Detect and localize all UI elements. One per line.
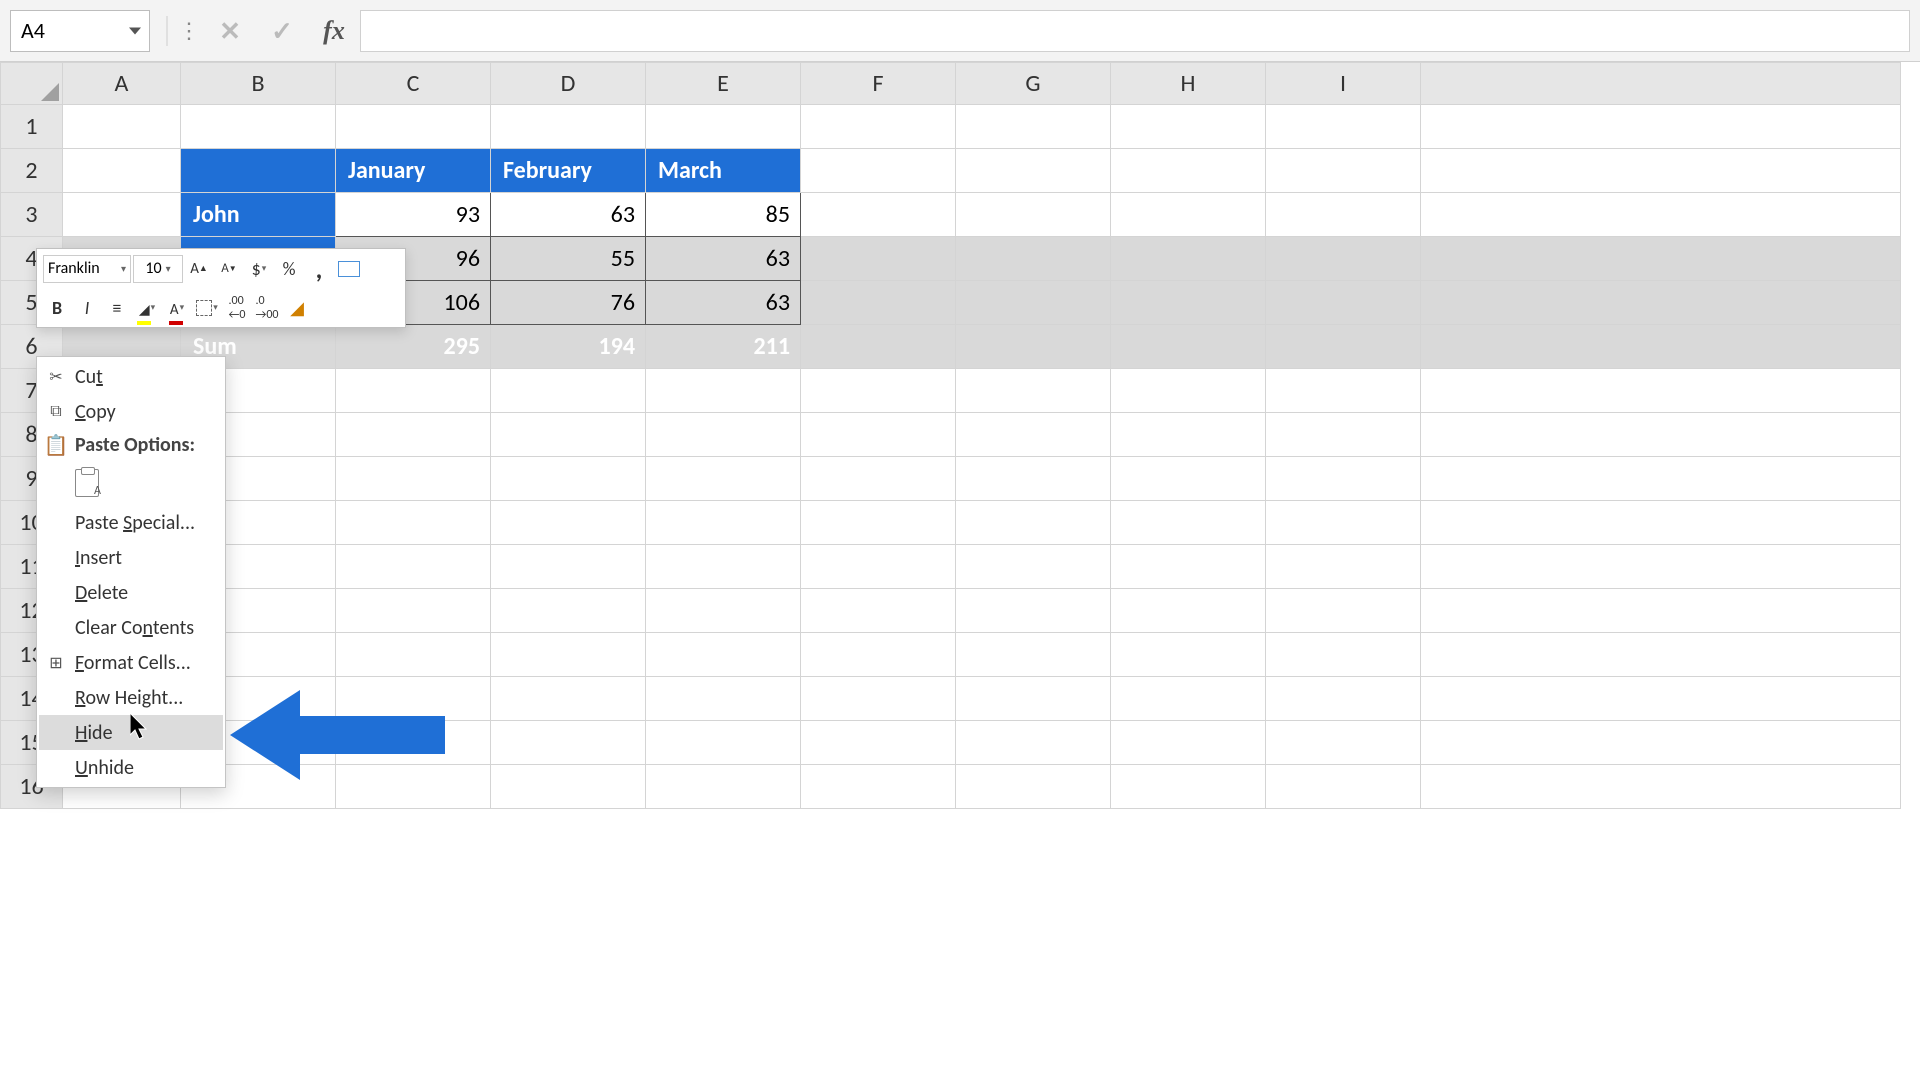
name-box[interactable]: A4: [10, 10, 150, 52]
increase-decimal-button[interactable]: .00←0: [223, 294, 251, 322]
insert-function-button[interactable]: fx: [308, 10, 360, 52]
menu-clear-contents[interactable]: Clear Contents: [39, 610, 223, 645]
table-header-january[interactable]: January: [336, 149, 491, 193]
menu-delete[interactable]: Delete: [39, 575, 223, 610]
mouse-cursor-icon: [130, 713, 150, 741]
font-name-select[interactable]: Franklin▾: [43, 255, 131, 283]
sum-cell[interactable]: 295: [336, 325, 491, 369]
column-header-B[interactable]: B: [181, 63, 336, 105]
cell[interactable]: 63: [646, 237, 801, 281]
menu-row-height[interactable]: Row Height...: [39, 680, 223, 715]
paste-options-label: 📋 Paste Options:: [39, 429, 223, 461]
decrease-decimal-button[interactable]: .0→00: [253, 294, 281, 322]
fill-color-button[interactable]: ◢▾: [133, 294, 161, 322]
align-button[interactable]: ≡: [103, 294, 131, 322]
menu-insert[interactable]: Insert: [39, 540, 223, 575]
paste-option-default[interactable]: [39, 461, 223, 505]
italic-button[interactable]: I: [73, 294, 101, 322]
menu-unhide[interactable]: Unhide: [39, 750, 223, 785]
annotation-arrow: [230, 690, 445, 780]
formula-cancel-button[interactable]: ✕: [204, 10, 256, 52]
menu-format-cells[interactable]: ⊞ Format Cells...: [39, 645, 223, 680]
decrease-font-button[interactable]: A▼: [215, 255, 243, 283]
cell[interactable]: 76: [491, 281, 646, 325]
row-header-1[interactable]: 1: [1, 105, 63, 149]
cell[interactable]: 63: [491, 193, 646, 237]
format-cells-icon: ⊞: [45, 652, 67, 674]
chevron-down-icon: ▾: [166, 262, 171, 275]
column-header-C[interactable]: C: [336, 63, 491, 105]
font-size-select[interactable]: 10▾: [133, 255, 183, 283]
row-name-john[interactable]: John: [181, 193, 336, 237]
comma-format-button[interactable]: ,: [305, 255, 333, 283]
copy-icon: ⧉: [45, 401, 67, 423]
menu-copy[interactable]: ⧉ Copy: [39, 394, 223, 429]
row-header-2[interactable]: 2: [1, 149, 63, 193]
sum-cell[interactable]: 211: [646, 325, 801, 369]
cell[interactable]: 93: [336, 193, 491, 237]
percent-format-button[interactable]: %: [275, 255, 303, 283]
table-header-february[interactable]: February: [491, 149, 646, 193]
menu-cut[interactable]: ✂ Cut: [39, 359, 223, 394]
drag-handle-icon: ⋮: [174, 17, 204, 44]
formula-bar: A4 ⋮ ✕ ✓ fx: [0, 0, 1920, 62]
cell[interactable]: 55: [491, 237, 646, 281]
clipboard-icon: 📋: [45, 434, 67, 456]
column-header-E[interactable]: E: [646, 63, 801, 105]
table-header-march[interactable]: March: [646, 149, 801, 193]
borders-button[interactable]: ▾: [193, 294, 221, 322]
separator: [166, 16, 168, 46]
currency-format-button[interactable]: $▾: [245, 255, 273, 283]
increase-font-button[interactable]: A▲: [185, 255, 213, 283]
sum-cell[interactable]: 194: [491, 325, 646, 369]
name-box-dropdown-icon[interactable]: [129, 27, 141, 34]
column-header-A[interactable]: A: [63, 63, 181, 105]
formula-confirm-button[interactable]: ✓: [256, 10, 308, 52]
chevron-down-icon: ▾: [121, 262, 126, 275]
column-header-overflow: [1421, 63, 1901, 105]
merge-icon: [338, 261, 360, 277]
name-box-value: A4: [21, 17, 45, 44]
menu-paste-special[interactable]: Paste Special...: [39, 505, 223, 540]
merge-center-button[interactable]: [335, 255, 363, 283]
bold-button[interactable]: B: [43, 294, 71, 322]
cell[interactable]: 85: [646, 193, 801, 237]
cell[interactable]: 63: [646, 281, 801, 325]
column-header-I[interactable]: I: [1266, 63, 1421, 105]
table-header-blank[interactable]: [181, 149, 336, 193]
paste-icon: [75, 469, 99, 497]
font-color-button[interactable]: A▾: [163, 294, 191, 322]
column-header-D[interactable]: D: [491, 63, 646, 105]
column-header-F[interactable]: F: [801, 63, 956, 105]
column-header-G[interactable]: G: [956, 63, 1111, 105]
scissors-icon: ✂: [45, 366, 67, 388]
row-header-3[interactable]: 3: [1, 193, 63, 237]
select-all-corner[interactable]: [1, 63, 63, 105]
mini-format-toolbar: Franklin▾ 10▾ A▲ A▼ $▾ % , B I ≡ ◢▾ A▾ ▾…: [36, 248, 406, 328]
column-header-H[interactable]: H: [1111, 63, 1266, 105]
format-painter-button[interactable]: ◢: [283, 294, 311, 322]
formula-input[interactable]: [360, 10, 1910, 52]
